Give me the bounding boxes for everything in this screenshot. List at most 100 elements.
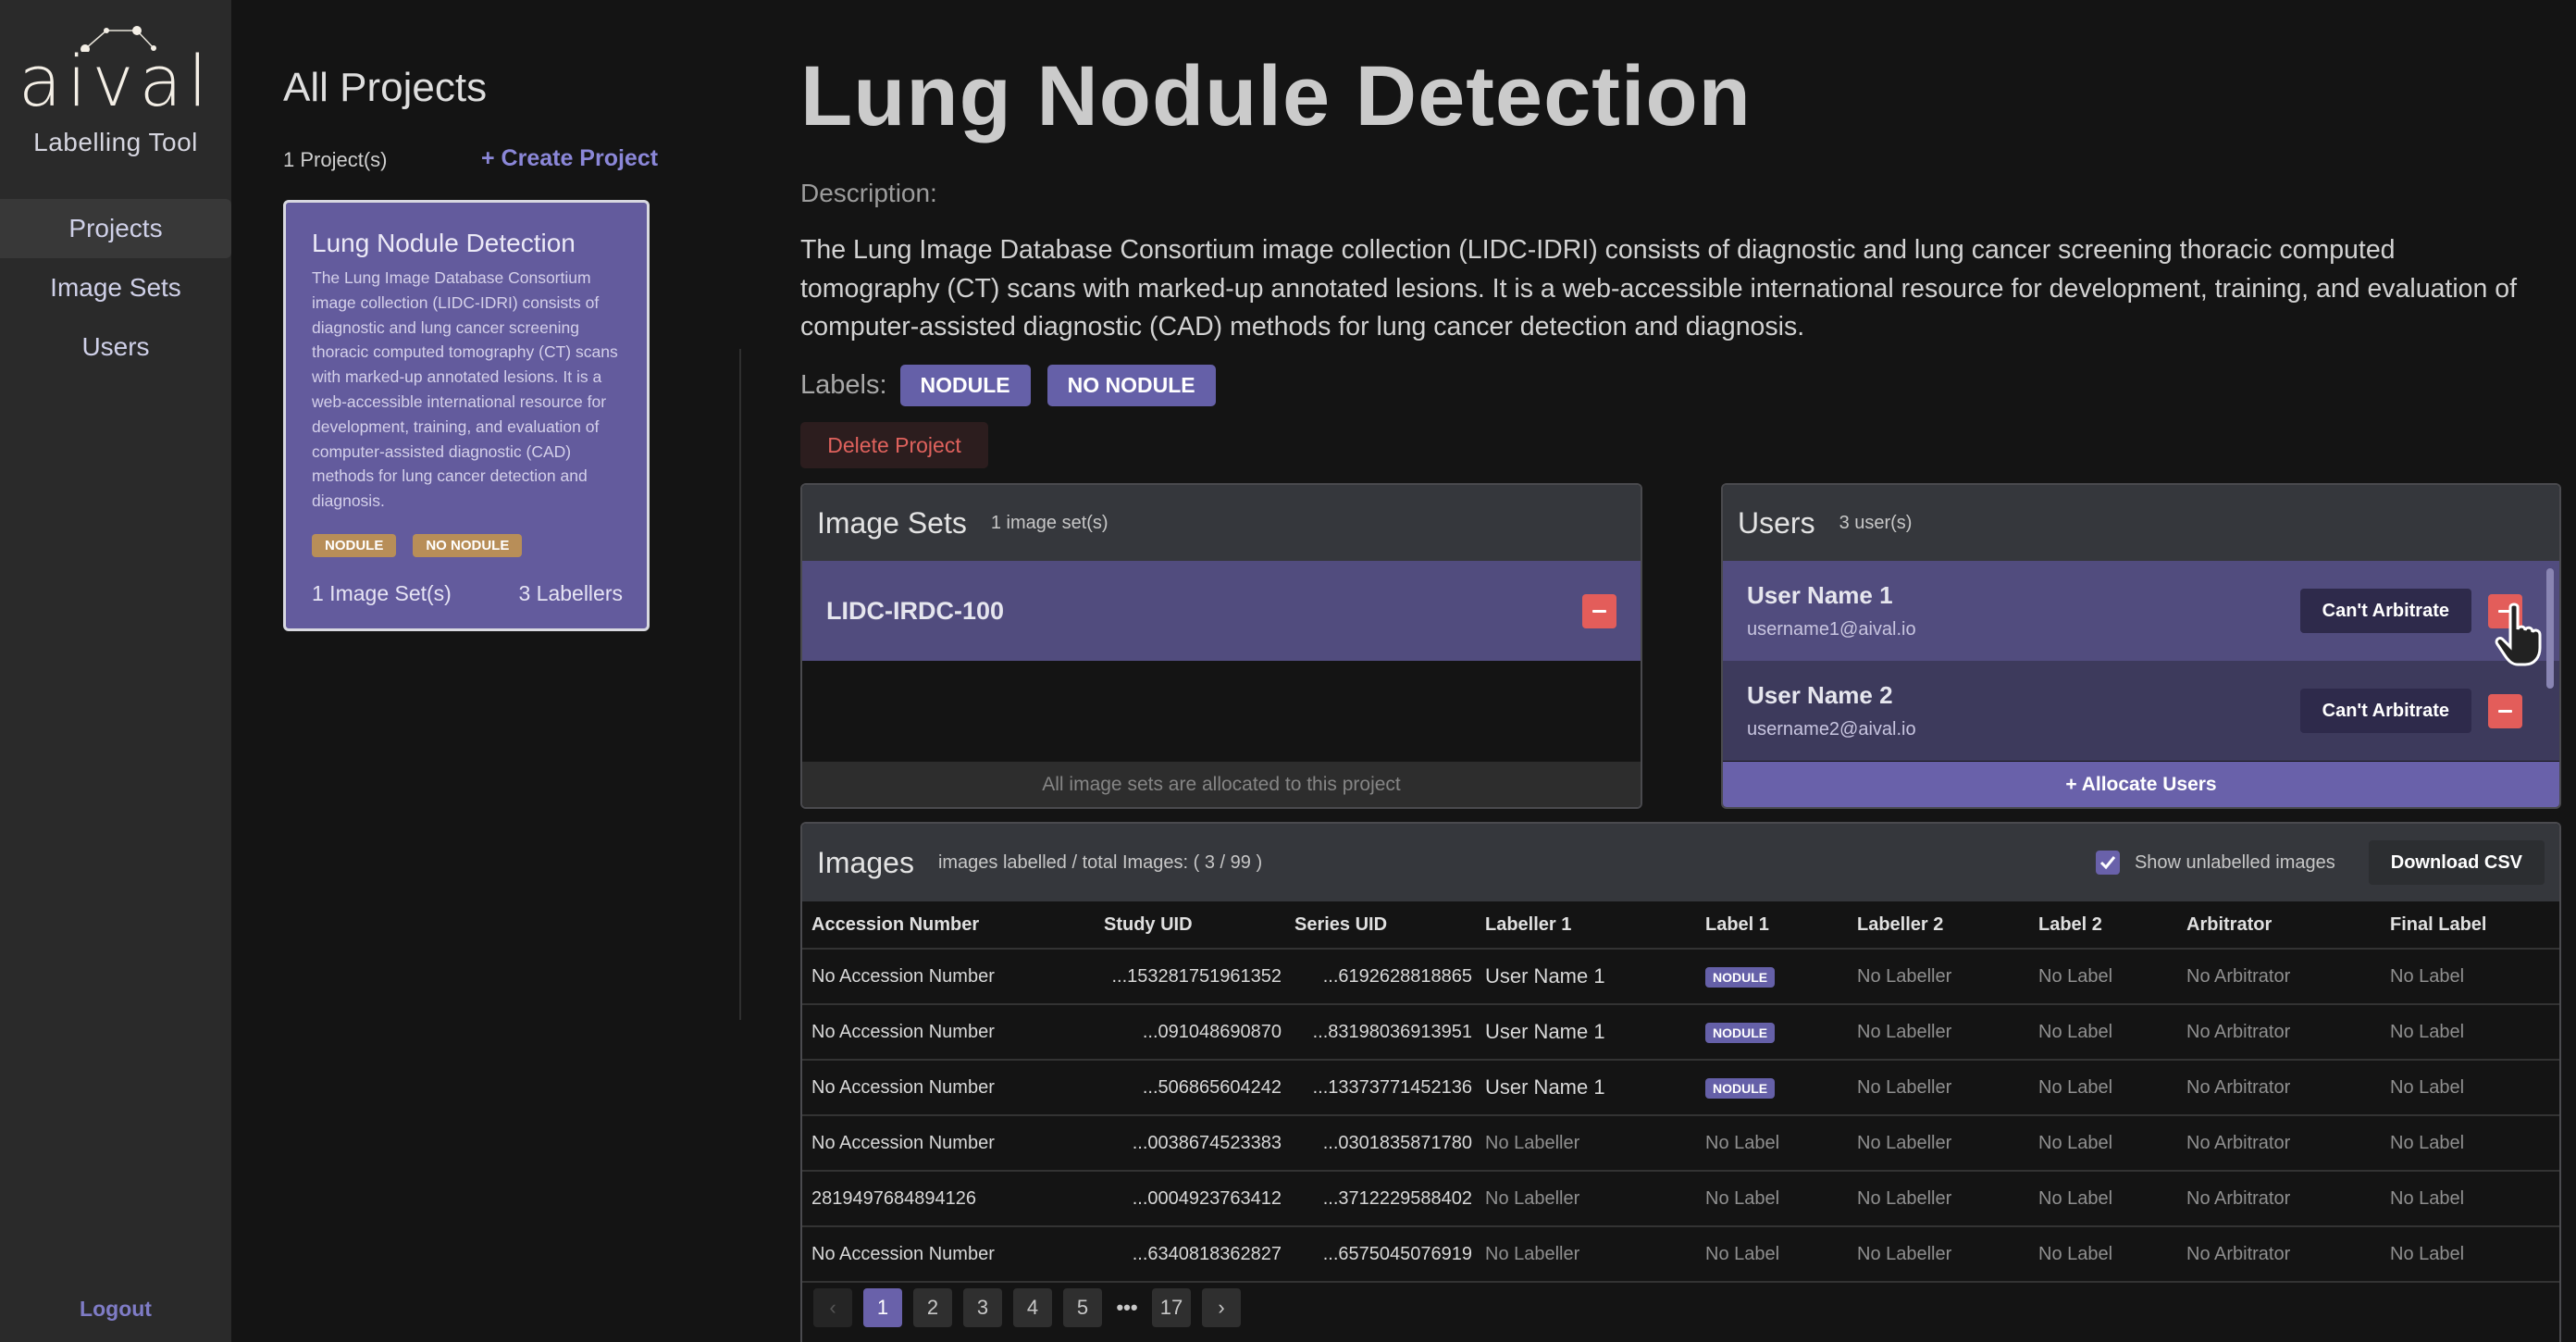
cell-study-uid: ...506865604242 xyxy=(1095,1060,1285,1116)
images-summary: images labelled / total Images: ( 3 / 99… xyxy=(937,851,1263,873)
hand-cursor-icon xyxy=(2495,603,2542,666)
page-title: Lung Nodule Detection xyxy=(800,49,1752,143)
page-button[interactable]: 3 xyxy=(963,1288,1002,1327)
column-header: Label 2 xyxy=(2029,901,2177,950)
images-header: Images images labelled / total Images: (… xyxy=(802,824,2559,901)
description-label: Description: xyxy=(800,179,937,207)
project-card-footer: 1 Image Set(s) 3 Labellers xyxy=(312,581,623,606)
delete-project-button[interactable]: Delete Project xyxy=(800,422,988,468)
logo-subtitle: Labelling Tool xyxy=(33,128,198,156)
sidebar-nav: Projects Image Sets Users xyxy=(0,199,231,377)
chevron-left-icon[interactable]: ‹ xyxy=(813,1288,852,1327)
users-title: Users xyxy=(1738,505,1815,540)
chevron-right-icon[interactable]: › xyxy=(1202,1288,1241,1327)
cell-final-label: No Label xyxy=(2381,949,2559,1005)
users-scrollbar[interactable] xyxy=(2546,568,2554,689)
cell-arbitrator: No Arbitrator xyxy=(2177,1226,2381,1283)
arbitrate-toggle-button[interactable]: Can't Arbitrate xyxy=(2299,689,2471,733)
user-row: User Name 2 username2@aival.io Can't Arb… xyxy=(1723,661,2559,761)
cell-accession: No Accession Number xyxy=(802,949,1095,1005)
column-header: Arbitrator xyxy=(2177,901,2381,950)
project-card-label-chip: NODULE xyxy=(312,533,397,557)
column-header: Final Label xyxy=(2381,901,2559,950)
cell-series-uid: ...83198036913951 xyxy=(1285,1004,1476,1061)
user-email: username2@aival.io xyxy=(1747,719,1916,739)
cell-final-label: No Label xyxy=(2381,1060,2559,1116)
create-project-button[interactable]: + Create Project xyxy=(481,145,658,172)
cell-labeller1: User Name 1 xyxy=(1476,1004,1696,1061)
show-unlabelled-checkbox[interactable] xyxy=(2095,851,2120,875)
remove-user-button[interactable] xyxy=(2488,693,2522,728)
column-header: Study UID xyxy=(1095,901,1285,950)
project-card-labels: NODULE NO NODULE xyxy=(312,533,623,557)
table-row[interactable]: No Accession Number ...153281751961352...… xyxy=(802,949,2559,1005)
cell-label2: No Label xyxy=(2029,1171,2177,1227)
remove-image-set-button[interactable] xyxy=(1582,593,1616,628)
cell-arbitrator: No Arbitrator xyxy=(2177,949,2381,1005)
cell-arbitrator: No Arbitrator xyxy=(2177,1060,2381,1116)
page-button[interactable]: 4 xyxy=(1013,1288,1052,1327)
cell-study-uid: ...0038674523383 xyxy=(1095,1115,1285,1172)
logo: aival Labelling Tool xyxy=(0,19,231,157)
show-unlabelled-label: Show unlabelled images xyxy=(2134,851,2335,873)
cell-series-uid: ...6575045076919 xyxy=(1285,1226,1476,1283)
arbitrate-toggle-button[interactable]: Can't Arbitrate xyxy=(2299,589,2471,633)
user-email: username1@aival.io xyxy=(1747,619,1916,640)
table-row[interactable]: No Accession Number ...506865604242 ...133… xyxy=(802,1060,2559,1116)
image-set-row[interactable]: LIDC-IRDC-100 xyxy=(802,561,1641,661)
table-row[interactable]: 2819497684894126 ...0004923763412 ...37122… xyxy=(802,1171,2559,1227)
sidebar-item-projects[interactable]: Projects xyxy=(0,199,231,258)
column-header: Series UID xyxy=(1285,901,1476,950)
cell-arbitrator: No Arbitrator xyxy=(2177,1004,2381,1061)
table-row[interactable]: No Accession Number ...6340818362827 ...65… xyxy=(802,1226,2559,1283)
page-button[interactable]: 17 xyxy=(1152,1288,1191,1327)
projects-count: 1 Project(s) xyxy=(283,148,388,171)
cell-label1: NODULE xyxy=(1696,949,1848,1005)
table-row[interactable]: No Accession Number ...091048690870 ...831… xyxy=(802,1004,2559,1061)
allocate-users-button[interactable]: + Allocate Users xyxy=(1723,762,2559,807)
cell-label1: NODULE xyxy=(1696,1060,1848,1116)
cell-accession: No Accession Number xyxy=(802,1004,1095,1061)
page-button[interactable]: 5 xyxy=(1063,1288,1102,1327)
download-csv-button[interactable]: Download CSV xyxy=(2368,840,2545,885)
pagination: ‹ 1 2 3 4 5 ••• 17 › xyxy=(813,1288,1241,1327)
table-row[interactable]: No Accession Number ...0038674523383 ...03… xyxy=(802,1115,2559,1172)
cell-series-uid: ...13373771452136 xyxy=(1285,1060,1476,1116)
image-sets-count: 1 image set(s) xyxy=(990,512,1108,533)
minus-icon xyxy=(2498,709,2512,713)
cell-labeller1: No Labeller xyxy=(1476,1115,1696,1172)
column-divider xyxy=(739,349,741,1020)
image-sets-panel: Image Sets 1 image set(s) LIDC-IRDC-100 … xyxy=(800,483,1642,809)
image-set-name: LIDC-IRDC-100 xyxy=(826,596,1005,625)
cell-labeller2: No Labeller xyxy=(1848,1226,2029,1283)
cell-labeller2: No Labeller xyxy=(1848,1060,2029,1116)
sidebar: aival Labelling Tool Projects Image Sets… xyxy=(0,0,231,1342)
cell-study-uid: ...0004923763412 xyxy=(1095,1171,1285,1227)
cell-accession: No Accession Number xyxy=(802,1115,1095,1172)
logout-link[interactable]: Logout xyxy=(0,1297,231,1322)
description-text: The Lung Image Database Consortium image… xyxy=(800,235,2518,342)
image-sets-header: Image Sets 1 image set(s) xyxy=(802,485,1641,561)
images-table: Accession Number Study UID Series UID Label… xyxy=(802,901,2559,1283)
column-header: Label 1 xyxy=(1696,901,1848,950)
page-button[interactable]: 1 xyxy=(863,1288,902,1327)
cell-series-uid: ...0301835871780 xyxy=(1285,1115,1476,1172)
cell-labeller1: No Labeller xyxy=(1476,1226,1696,1283)
project-card[interactable]: Lung Nodule Detection The Lung Image Dat… xyxy=(283,200,650,631)
user-name: User Name 1 xyxy=(1747,581,1893,609)
column-header: Labeller 1 xyxy=(1476,901,1696,950)
cell-labeller2: No Labeller xyxy=(1848,949,2029,1005)
check-icon xyxy=(2099,856,2116,870)
cell-accession: 2819497684894126 xyxy=(802,1171,1095,1227)
cell-label1: No Label xyxy=(1696,1171,1848,1227)
sidebar-item-image-sets[interactable]: Image Sets xyxy=(0,258,231,317)
sidebar-item-users[interactable]: Users xyxy=(0,317,231,377)
cell-labeller2: No Labeller xyxy=(1848,1171,2029,1227)
label-chip: NODULE xyxy=(1705,966,1776,988)
users-panel: Users 3 user(s) User Name 1 username1@ai… xyxy=(1721,483,2561,809)
users-header: Users 3 user(s) xyxy=(1723,485,2559,561)
column-header: Labeller 2 xyxy=(1848,901,2029,950)
page-button[interactable]: 2 xyxy=(913,1288,952,1327)
cell-label2: No Label xyxy=(2029,949,2177,1005)
logo-wordmark: aival xyxy=(18,40,214,122)
